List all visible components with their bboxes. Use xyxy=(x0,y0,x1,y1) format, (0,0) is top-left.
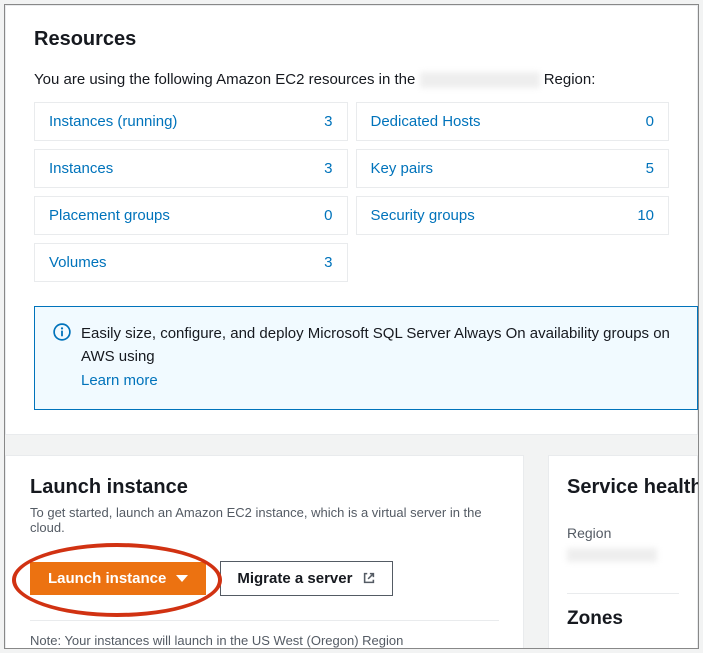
resource-key-pairs[interactable]: Key pairs 5 xyxy=(356,149,670,188)
service-health-title: Service health xyxy=(567,476,679,499)
migrate-server-button[interactable]: Migrate a server xyxy=(220,561,393,596)
resource-placement-groups[interactable]: Placement groups 0 xyxy=(34,196,348,235)
region-value-redacted xyxy=(567,548,657,562)
launch-instance-panel: Launch instance To get started, launch a… xyxy=(5,455,524,649)
resource-security-groups[interactable]: Security groups 10 xyxy=(356,196,670,235)
divider xyxy=(567,593,679,594)
resources-title: Resources xyxy=(34,28,669,51)
info-icon xyxy=(53,323,71,346)
caret-down-icon xyxy=(176,575,188,582)
launch-instance-description: To get started, launch an Amazon EC2 ins… xyxy=(30,505,499,535)
divider xyxy=(30,620,499,621)
learn-more-link[interactable]: Learn more xyxy=(81,370,679,393)
resource-instances[interactable]: Instances 3 xyxy=(34,149,348,188)
service-health-panel: Service health Region Zones xyxy=(548,455,698,649)
external-link-icon xyxy=(362,571,376,585)
resource-instances-running[interactable]: Instances (running) 3 xyxy=(34,102,348,141)
launch-note: Note: Your instances will launch in the … xyxy=(30,633,499,648)
region-label: Region xyxy=(567,525,679,541)
resource-volumes[interactable]: Volumes 3 xyxy=(34,243,348,282)
resources-description: You are using the following Amazon EC2 r… xyxy=(34,71,669,88)
resources-panel: Resources You are using the following Am… xyxy=(5,5,698,435)
resource-dedicated-hosts[interactable]: Dedicated Hosts 0 xyxy=(356,102,670,141)
launch-instance-button[interactable]: Launch instance xyxy=(30,562,206,595)
region-name-redacted xyxy=(420,72,540,88)
zones-title: Zones xyxy=(567,608,679,630)
info-banner: Easily size, configure, and deploy Micro… xyxy=(34,306,698,410)
banner-text: Easily size, configure, and deploy Micro… xyxy=(81,325,670,365)
launch-instance-title: Launch instance xyxy=(30,476,499,499)
resource-grid: Instances (running) 3 Dedicated Hosts 0 … xyxy=(34,102,669,282)
